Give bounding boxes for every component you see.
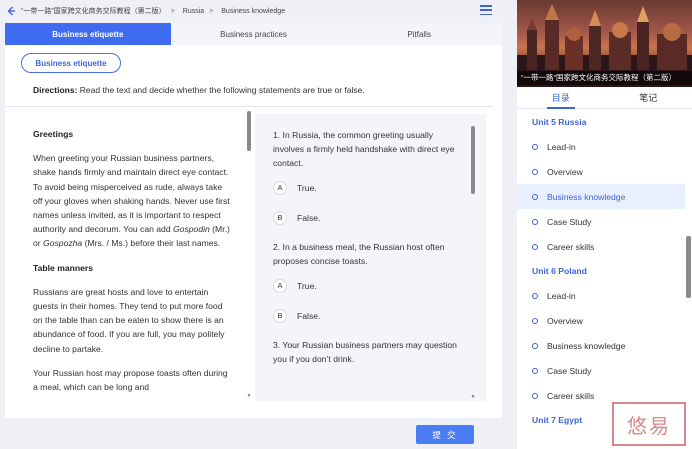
option-label[interactable]: False. — [297, 211, 320, 225]
question-text: 1. In Russia, the common greeting usuall… — [273, 130, 455, 168]
lesson-dot-icon — [532, 218, 538, 225]
questions-list: 1. In Russia, the common greeting usuall… — [273, 128, 457, 394]
option-letter[interactable]: B — [273, 211, 287, 225]
option-a[interactable]: A True. — [273, 278, 457, 294]
top-bar: “一带一路”国家跨文化商务交际教程（第二版） > Russia > Busine… — [0, 0, 503, 22]
lesson-item[interactable]: Overview — [517, 159, 685, 184]
questions-scrollbar[interactable]: ▼ — [470, 126, 476, 401]
reading-passage: Greetings When greeting your Russian bus… — [33, 127, 233, 402]
lesson-item[interactable]: Lead-in — [517, 134, 685, 159]
question-item: 3. Your Russian business partners may qu… — [273, 338, 457, 366]
question-text: 2. In a business meal, the Russian host … — [273, 242, 445, 266]
submit-button[interactable]: 提 交 — [416, 425, 474, 444]
lesson-item-active[interactable]: Business knowledge — [517, 184, 685, 209]
watermark-logo: 悠易 — [612, 402, 686, 446]
lesson-dot-icon — [532, 168, 538, 175]
scroll-down-arrow-icon[interactable]: ▼ — [470, 394, 476, 400]
tab-business-practices[interactable]: Business practices — [171, 23, 337, 45]
table-of-contents: Unit 5 Russia Lead-in Overview Business … — [517, 110, 685, 449]
option-b[interactable]: B False. — [273, 210, 457, 226]
breadcrumb-separator: > — [170, 7, 175, 15]
passage-paragraph: Russians are great hosts and love to ent… — [33, 286, 225, 354]
content-card: Business etiquette Business practices Pi… — [5, 23, 502, 418]
menu-icon[interactable] — [480, 5, 492, 15]
sidebar-tabs: 目录 笔记 — [517, 87, 692, 109]
passage-scrollbar[interactable]: ▼ — [246, 111, 252, 401]
sidebar-scrollbar[interactable] — [685, 110, 692, 449]
passage-scroll-thumb[interactable] — [247, 111, 251, 151]
breadcrumb-separator: > — [209, 7, 214, 15]
option-label[interactable]: False. — [297, 309, 320, 323]
breadcrumb-unit[interactable]: Russia — [183, 8, 204, 15]
lesson-dot-icon — [532, 193, 538, 200]
main-pane: “一带一路”国家跨文化商务交际教程（第二版） > Russia > Busine… — [0, 0, 503, 449]
lesson-item[interactable]: Overview — [517, 308, 685, 333]
lesson-item[interactable]: Career skills — [517, 234, 685, 259]
lesson-dot-icon — [532, 292, 538, 299]
option-label[interactable]: True. — [297, 279, 317, 293]
breadcrumb-section[interactable]: Business knowledge — [221, 8, 285, 15]
passage-paragraph: Your Russian host may propose toasts oft… — [33, 367, 228, 393]
directions: Directions: Read the text and decide whe… — [33, 85, 365, 95]
passage-heading-greetings: Greetings — [33, 129, 74, 139]
lesson-dot-icon — [532, 317, 538, 324]
directions-label: Directions: — [33, 85, 78, 95]
pane-gap — [503, 0, 517, 449]
lesson-item[interactable]: Business knowledge — [517, 333, 685, 358]
lesson-dot-icon — [532, 367, 538, 374]
tab-business-etiquette[interactable]: Business etiquette — [5, 23, 171, 45]
option-letter[interactable]: B — [273, 309, 287, 323]
directions-text: Read the text and decide whether the fol… — [79, 85, 365, 95]
back-arrow-icon[interactable] — [4, 4, 18, 18]
lesson-dot-icon — [532, 143, 538, 150]
tab-notes[interactable]: 笔记 — [605, 87, 692, 108]
cover-title: “一带一路”国家跨文化商务交际教程（第二版） — [517, 71, 692, 85]
lesson-dot-icon — [532, 243, 538, 250]
questions-panel: 1. In Russia, the common greeting usuall… — [255, 114, 486, 401]
question-text: 3. Your Russian business partners may qu… — [273, 340, 457, 364]
question-item: 1. In Russia, the common greeting usuall… — [273, 128, 457, 226]
questions-scroll-thumb[interactable] — [471, 126, 475, 194]
passage-heading-table-manners: Table manners — [33, 262, 94, 273]
section-pill-button[interactable]: Business etiquette — [21, 53, 121, 73]
option-b[interactable]: B False. — [273, 308, 457, 324]
scroll-down-arrow-icon[interactable]: ▼ — [246, 393, 252, 399]
option-letter[interactable]: A — [273, 279, 287, 293]
question-item: 2. In a business meal, the Russian host … — [273, 240, 457, 324]
option-label[interactable]: True. — [297, 181, 317, 195]
lesson-item[interactable]: Case Study — [517, 358, 685, 383]
lesson-item[interactable]: Lead-in — [517, 283, 685, 308]
unit-6-poland[interactable]: Unit 6 Poland — [517, 259, 685, 283]
breadcrumb-book-title[interactable]: “一带一路”国家跨文化商务交际教程（第二版） — [21, 6, 166, 16]
option-a[interactable]: A True. — [273, 180, 457, 196]
book-cover-image: “一带一路”国家跨文化商务交际教程（第二版） — [517, 0, 692, 87]
option-letter[interactable]: A — [273, 181, 287, 195]
divider — [5, 106, 493, 107]
tab-pitfalls[interactable]: Pitfalls — [336, 23, 502, 45]
passage-paragraph: When greeting your Russian business part… — [33, 153, 230, 249]
unit-5-russia[interactable]: Unit 5 Russia — [517, 110, 685, 134]
lesson-dot-icon — [532, 392, 538, 399]
lesson-dot-icon — [532, 342, 538, 349]
sidebar: “一带一路”国家跨文化商务交际教程（第二版） 目录 笔记 Unit 5 Russ… — [517, 0, 692, 449]
sidebar-scroll-thumb[interactable] — [686, 236, 691, 298]
tab-contents[interactable]: 目录 — [517, 87, 605, 109]
lesson-item[interactable]: Case Study — [517, 209, 685, 234]
section-tabs: Business etiquette Business practices Pi… — [5, 23, 502, 45]
